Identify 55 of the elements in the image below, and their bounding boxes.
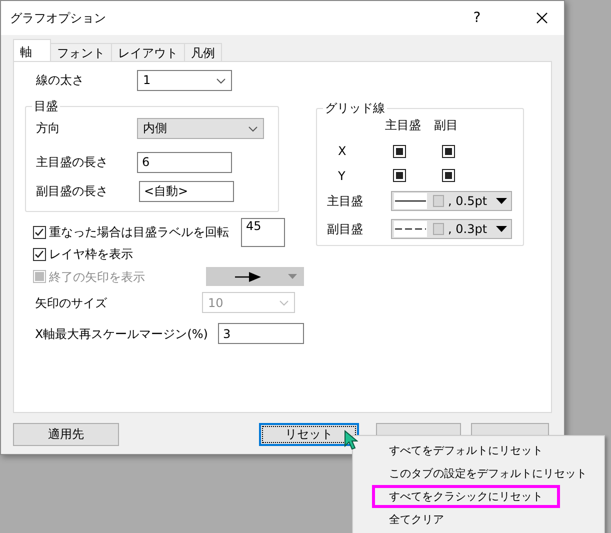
- field-label: 主目盛の長さ: [36, 155, 109, 170]
- checkbox[interactable]: [393, 169, 406, 182]
- caret-icon: [496, 226, 507, 232]
- input-field[interactable]: 45: [241, 218, 285, 247]
- line-style-dropdown[interactable]: , 0.3pt: [391, 219, 512, 240]
- column-header: 副目: [434, 118, 459, 132]
- color-swatch-icon: [433, 223, 444, 236]
- tab[interactable]: フォント: [50, 43, 112, 61]
- group-title: グリッド線: [323, 101, 387, 116]
- cursor-icon: [344, 430, 358, 450]
- arrow-icon: [235, 272, 262, 282]
- button[interactable]: 適用先: [13, 423, 119, 446]
- checkbox[interactable]: [33, 226, 46, 239]
- help-button[interactable]: ?: [462, 10, 492, 26]
- menu-item[interactable]: 全てクリア: [372, 508, 461, 532]
- checkbox-label: レイヤ枠を表示: [49, 247, 133, 262]
- row-label: X: [338, 144, 348, 159]
- tab[interactable]: 軸: [13, 39, 51, 61]
- input-field[interactable]: 3: [218, 323, 304, 344]
- row-label: Y: [338, 168, 346, 184]
- line-style-dropdown[interactable]: , 0.5pt: [391, 191, 512, 212]
- caret-icon: [288, 274, 297, 280]
- input-field[interactable]: 6: [137, 152, 232, 173]
- checkbox-label: 終了の矢印を表示: [49, 270, 146, 284]
- close-icon[interactable]: [536, 12, 548, 24]
- field-label: 矢印のサイズ: [35, 296, 108, 310]
- menu-item[interactable]: このタブの設定をデフォルトにリセット: [372, 462, 604, 486]
- group-title: 目盛: [32, 99, 60, 114]
- caret-icon: [248, 124, 258, 132]
- column-header: 主目盛: [385, 118, 422, 132]
- input-field[interactable]: <自動>: [139, 181, 234, 202]
- window-title: グラフオプション: [10, 10, 107, 26]
- checkbox-label: 重なった場合は目盛ラベルを回転: [49, 225, 230, 240]
- tab[interactable]: 凡例: [184, 43, 222, 61]
- field-label: 線の太さ: [36, 73, 85, 88]
- caret-icon: [279, 298, 289, 307]
- field-label: 方向: [36, 121, 61, 136]
- line-width-dropdown[interactable]: 1: [137, 70, 232, 91]
- caret-icon: [216, 76, 226, 84]
- tab[interactable]: レイアウト: [111, 43, 185, 61]
- menu-item[interactable]: すべてをクラシックにリセット: [372, 484, 560, 508]
- field-label: X軸最大再スケールマージン(%): [35, 326, 209, 342]
- checkbox[interactable]: [442, 145, 455, 158]
- checkbox[interactable]: [442, 169, 455, 182]
- arrow-style-dropdown[interactable]: [206, 267, 304, 286]
- button[interactable]: リセット: [259, 423, 359, 446]
- row-label: 主目盛: [327, 194, 364, 208]
- field-label: 副目盛の長さ: [36, 184, 109, 199]
- caret-icon: [496, 198, 507, 204]
- direction-dropdown[interactable]: 内側: [137, 118, 264, 139]
- menu-item[interactable]: すべてをデフォルトにリセット: [372, 438, 560, 462]
- checkbox[interactable]: [393, 145, 406, 158]
- color-swatch-icon: [433, 195, 444, 208]
- row-label: 副目盛: [327, 222, 364, 236]
- checkbox[interactable]: [33, 248, 46, 261]
